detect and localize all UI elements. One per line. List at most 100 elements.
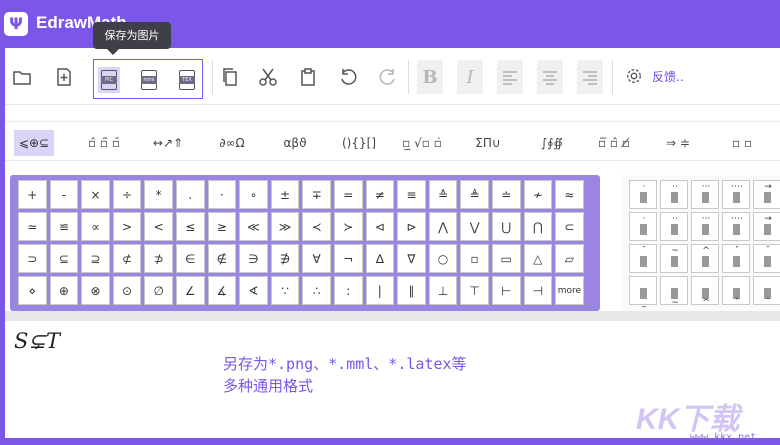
paste-button[interactable]: [295, 60, 321, 94]
accent-key[interactable]: ˇ: [722, 276, 750, 308]
symbol-key[interactable]: ≪: [239, 212, 268, 241]
italic-button[interactable]: I: [457, 60, 483, 94]
symbol-key[interactable]: ±: [270, 180, 300, 209]
category-tab-spaces[interactable]: ▫̂ ▫̃ ▫̄: [80, 130, 128, 156]
category-tab-brackets[interactable]: (){}[]: [336, 130, 382, 156]
symbol-key[interactable]: ·: [207, 180, 237, 209]
feedback-link[interactable]: 反馈..: [652, 68, 684, 85]
symbol-key[interactable]: ⋃: [491, 212, 521, 241]
symbol-key[interactable]: ∢: [239, 276, 268, 305]
symbol-key[interactable]: ⊲: [365, 212, 395, 241]
category-tab-arrows[interactable]: ↔↗⇑: [144, 130, 192, 156]
save-as-tex-button[interactable]: TEX: [176, 67, 198, 93]
open-folder-button[interactable]: [9, 60, 35, 94]
symbol-key[interactable]: ∠: [175, 276, 205, 305]
symbol-key[interactable]: ∈: [175, 244, 205, 273]
symbol-key[interactable]: >: [112, 212, 142, 241]
symbol-key[interactable]: |: [365, 276, 395, 305]
accent-key[interactable]: ·: [629, 212, 657, 241]
symbol-key[interactable]: ≃: [18, 212, 47, 241]
symbol-key[interactable]: ≐: [491, 180, 521, 209]
symbol-key[interactable]: ∡: [207, 276, 237, 305]
symbol-key[interactable]: ▭: [491, 244, 521, 273]
symbol-key[interactable]: ∴: [302, 276, 331, 305]
cut-button[interactable]: [255, 60, 281, 94]
symbol-key[interactable]: ≁: [523, 180, 553, 209]
align-left-button[interactable]: [497, 60, 523, 94]
bold-button[interactable]: B: [417, 60, 443, 94]
symbol-key[interactable]: ≥: [207, 212, 237, 241]
symbol-key[interactable]: ∘: [239, 180, 268, 209]
save-as-pic-button[interactable]: PIC: [98, 67, 120, 93]
symbol-key[interactable]: ⊅: [144, 244, 173, 273]
symbol-key[interactable]: ∅: [144, 276, 173, 305]
accent-key[interactable]: ~: [660, 276, 688, 308]
symbol-key[interactable]: *: [144, 180, 173, 209]
symbol-key[interactable]: ≺: [302, 212, 331, 241]
symbol-key[interactable]: ⊃: [18, 244, 47, 273]
symbol-key[interactable]: ∋: [239, 244, 268, 273]
new-document-button[interactable]: [51, 60, 77, 94]
accent-key[interactable]: ˘: [753, 244, 780, 273]
symbol-key[interactable]: <: [144, 212, 173, 241]
symbol-key[interactable]: ≫: [270, 212, 300, 241]
accent-key[interactable]: ·: [629, 180, 657, 209]
accent-key[interactable]: ^: [691, 276, 719, 308]
symbol-key[interactable]: ∇: [397, 244, 426, 273]
accent-key[interactable]: ^: [691, 244, 719, 273]
symbol-key[interactable]: ≻: [333, 212, 363, 241]
symbol-key[interactable]: ∝: [81, 212, 110, 241]
accent-key[interactable]: ····: [722, 212, 750, 241]
symbol-key[interactable]: ⊄: [112, 244, 142, 273]
category-tab-integrals[interactable]: ∫∮∯: [529, 130, 575, 156]
symbol-key[interactable]: △: [523, 244, 553, 273]
symbol-key[interactable]: ≠: [365, 180, 395, 209]
symbol-key[interactable]: ≤: [175, 212, 205, 241]
symbol-key[interactable]: ≜: [460, 180, 489, 209]
symbol-key[interactable]: :: [333, 276, 363, 305]
symbol-key[interactable]: +: [18, 180, 47, 209]
symbol-key[interactable]: ⋀: [428, 212, 458, 241]
accent-key[interactable]: ···: [691, 180, 719, 209]
category-tab-labeled-arrows[interactable]: ⇒ ≑: [655, 130, 701, 156]
accent-key[interactable]: ···: [691, 212, 719, 241]
symbol-key[interactable]: ⊇: [81, 244, 110, 273]
symbol-key[interactable]: ≈: [555, 180, 584, 209]
undo-button[interactable]: [335, 60, 361, 94]
accent-key[interactable]: ··: [660, 212, 688, 241]
symbol-key[interactable]: ⊳: [397, 212, 426, 241]
symbol-key[interactable]: ∀: [302, 244, 331, 273]
symbol-key[interactable]: .: [175, 180, 205, 209]
symbol-key[interactable]: ⊢: [491, 276, 521, 305]
symbol-key[interactable]: ∉: [207, 244, 237, 273]
category-tab-matrices[interactable]: ▫ ▫: [719, 130, 765, 156]
symbol-key[interactable]: ∥: [397, 276, 426, 305]
symbol-key[interactable]: ⊣: [523, 276, 553, 305]
symbol-key[interactable]: ≡: [397, 180, 426, 209]
accent-key[interactable]: ˇ: [722, 244, 750, 273]
symbol-key[interactable]: ÷: [112, 180, 142, 209]
category-tab-bars[interactable]: ▫̅ ▫̂ ▫̸: [591, 130, 637, 156]
accent-key[interactable]: ····: [722, 180, 750, 209]
accent-key[interactable]: ˘: [753, 276, 780, 308]
symbol-key[interactable]: ⊤: [460, 276, 489, 305]
symbol-key[interactable]: ⋄: [18, 276, 47, 305]
symbol-key[interactable]: ∌: [270, 244, 300, 273]
accent-key[interactable]: _: [629, 276, 657, 308]
symbol-key[interactable]: ∓: [302, 180, 331, 209]
more-symbols-button[interactable]: more: [555, 276, 584, 305]
formula-text[interactable]: S⊊T: [14, 329, 60, 353]
category-tab-misc[interactable]: ∂∞Ω: [209, 130, 255, 156]
symbol-key[interactable]: ⋁: [460, 212, 489, 241]
save-as-mml-button[interactable]: mml: [138, 67, 160, 93]
copy-button[interactable]: [217, 60, 243, 94]
accent-key[interactable]: →: [753, 212, 780, 241]
symbol-key[interactable]: ⊗: [81, 276, 110, 305]
symbol-key[interactable]: ⋂: [523, 212, 553, 241]
category-tab-fractions[interactable]: ▫̲ √▫ ▫̇: [399, 130, 445, 156]
gear-icon[interactable]: [625, 67, 643, 85]
category-tab-sums[interactable]: ΣΠ∪: [465, 130, 511, 156]
category-tab-relations[interactable]: ⩽⊕⊆: [14, 130, 54, 156]
redo-button[interactable]: [375, 60, 401, 94]
symbol-key[interactable]: =: [333, 180, 363, 209]
